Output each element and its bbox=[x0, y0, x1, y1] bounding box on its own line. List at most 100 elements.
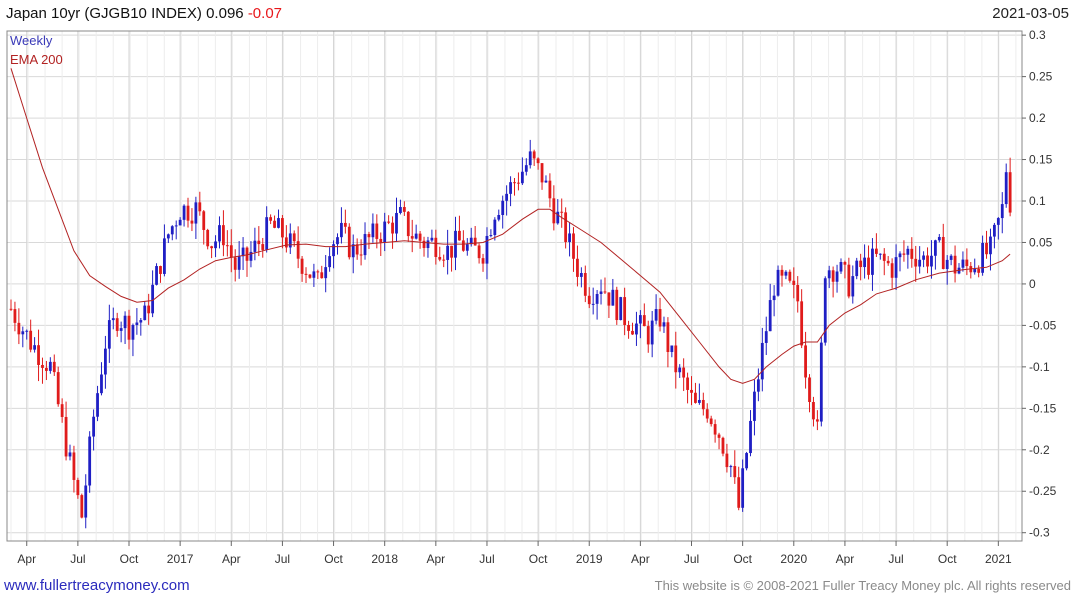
candle bbox=[670, 345, 674, 358]
candle bbox=[666, 317, 670, 368]
candle bbox=[989, 228, 992, 271]
x-tick-label: 2018 bbox=[371, 552, 398, 566]
candle bbox=[288, 223, 292, 255]
candle bbox=[48, 357, 52, 374]
candle bbox=[465, 238, 469, 256]
candle bbox=[1004, 163, 1008, 208]
candle bbox=[631, 322, 634, 335]
candle bbox=[324, 255, 328, 293]
x-tick-label: Apr bbox=[222, 552, 241, 566]
candle bbox=[489, 229, 493, 238]
candle bbox=[64, 401, 68, 461]
x-tick-label: Jul bbox=[888, 552, 903, 566]
y-tick-label: -0.15 bbox=[1029, 401, 1057, 415]
x-tick-label: Oct bbox=[529, 552, 548, 566]
x-tick-label: 2017 bbox=[167, 552, 194, 566]
candle bbox=[450, 245, 453, 272]
candle bbox=[548, 173, 552, 208]
candle bbox=[713, 419, 717, 443]
candle bbox=[737, 466, 741, 511]
candle bbox=[619, 296, 623, 321]
candle bbox=[442, 254, 446, 268]
candle bbox=[163, 224, 166, 277]
grid bbox=[7, 31, 1022, 541]
candle bbox=[753, 379, 756, 436]
candle bbox=[497, 209, 501, 222]
candle bbox=[635, 311, 638, 346]
candle bbox=[119, 321, 123, 343]
candle bbox=[682, 358, 686, 392]
candle bbox=[568, 221, 571, 257]
candle bbox=[355, 238, 359, 260]
candle bbox=[871, 238, 874, 291]
candle bbox=[418, 231, 422, 249]
candle bbox=[300, 255, 304, 282]
candle bbox=[701, 392, 705, 416]
y-tick-label: -0.1 bbox=[1029, 360, 1050, 374]
candle bbox=[159, 265, 162, 283]
candle bbox=[371, 213, 375, 243]
candle bbox=[410, 219, 414, 253]
candle bbox=[265, 206, 269, 253]
candle bbox=[914, 245, 918, 282]
candle bbox=[544, 175, 548, 183]
candle bbox=[776, 265, 780, 297]
candle bbox=[662, 316, 666, 333]
candle bbox=[839, 258, 843, 274]
candle bbox=[615, 286, 619, 325]
candle bbox=[131, 323, 135, 357]
candle bbox=[654, 294, 658, 325]
y-tick-label: 0.2 bbox=[1029, 111, 1046, 125]
candle bbox=[92, 409, 96, 451]
candle bbox=[237, 241, 241, 279]
candle bbox=[517, 172, 520, 191]
candle bbox=[819, 336, 823, 427]
candle bbox=[245, 246, 249, 277]
candle bbox=[977, 265, 981, 278]
candle bbox=[284, 225, 288, 253]
candle bbox=[143, 301, 147, 321]
candle bbox=[721, 436, 725, 457]
candle bbox=[902, 240, 906, 262]
candle bbox=[52, 354, 56, 376]
ema-200-line bbox=[10, 68, 1011, 384]
candle bbox=[926, 247, 929, 274]
x-axis: Apr Jul Oct 2017 Apr Jul Oct 2018 Apr Jul Oct 2019 A… bbox=[17, 541, 1012, 566]
candle bbox=[186, 197, 190, 228]
candle bbox=[336, 233, 339, 255]
candle bbox=[513, 178, 516, 196]
candle bbox=[607, 292, 611, 318]
candle bbox=[194, 196, 198, 239]
candle bbox=[556, 199, 560, 225]
candle bbox=[882, 248, 886, 276]
candle bbox=[41, 357, 44, 384]
candle bbox=[80, 493, 84, 519]
candle bbox=[540, 163, 544, 190]
site-link[interactable]: www.fullertreacymoney.com bbox=[4, 577, 190, 594]
candle bbox=[969, 261, 973, 279]
candle bbox=[505, 185, 509, 216]
candle bbox=[395, 197, 398, 241]
candle bbox=[851, 265, 855, 304]
candle bbox=[918, 246, 922, 274]
candle bbox=[422, 236, 426, 257]
candle bbox=[705, 403, 709, 423]
candle bbox=[627, 320, 630, 339]
candle bbox=[379, 232, 383, 257]
candle bbox=[273, 215, 276, 229]
candle bbox=[835, 264, 839, 293]
candle bbox=[461, 230, 465, 252]
candle bbox=[992, 222, 996, 249]
candle bbox=[815, 410, 819, 431]
candle bbox=[509, 176, 512, 207]
candle bbox=[772, 285, 776, 317]
y-tick-label: -0.25 bbox=[1029, 484, 1057, 498]
candle bbox=[623, 287, 627, 336]
candle bbox=[973, 258, 977, 275]
candle bbox=[60, 398, 64, 423]
candle bbox=[104, 335, 107, 389]
candle bbox=[611, 278, 615, 306]
candle bbox=[107, 304, 111, 363]
y-tick-label: 0.1 bbox=[1029, 194, 1046, 208]
price-chart: 0.3 0.25 0.2 0.15 0.1 0.05 0 -0.05 -0.1 -0.15 -0.2… bbox=[6, 28, 1057, 566]
